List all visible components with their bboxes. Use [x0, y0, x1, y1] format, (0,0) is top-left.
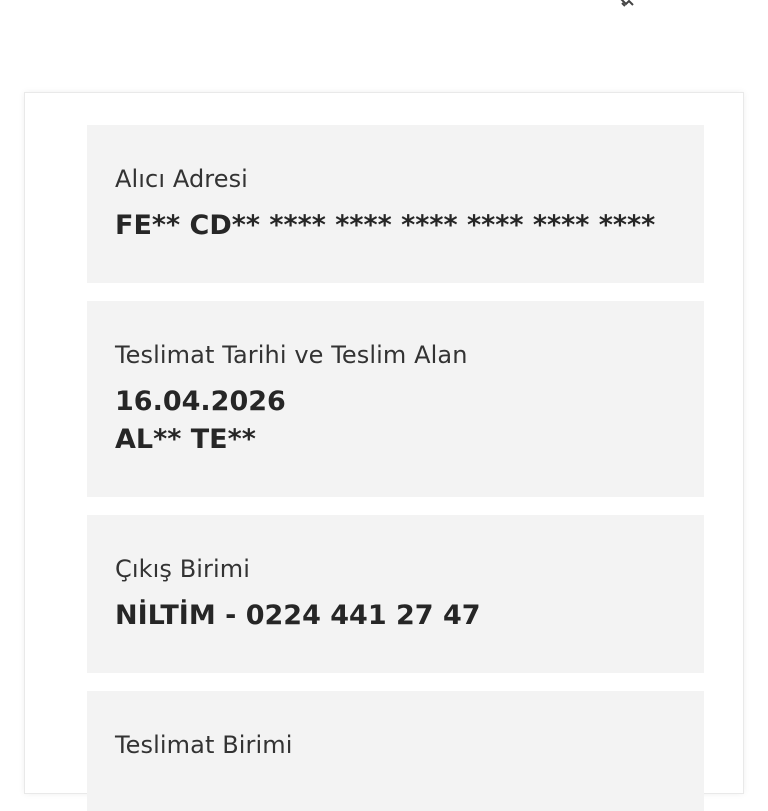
- recipient-address-label: Alıcı Adresi: [115, 165, 248, 193]
- origin-unit-value: NİLTİM - 0224 441 27 47: [115, 600, 481, 631]
- destination-unit-label: Teslimat Birimi: [115, 731, 293, 759]
- delivery-date: 16.04.2026: [115, 386, 286, 417]
- shipment-details-card: Alıcı Adresi FE** CD** **** **** **** **…: [24, 92, 744, 811]
- origin-unit-section: Çıkış Birimi NİLTİM - 0224 441 27 47: [87, 515, 704, 673]
- recipient-address-value: FE** CD** **** **** **** **** **** ****: [115, 210, 656, 241]
- recipient-address-section: Alıcı Adresi FE** CD** **** **** **** **…: [87, 125, 704, 283]
- origin-unit-label: Çıkış Birimi: [115, 555, 251, 583]
- delivery-info-section: Teslimat Tarihi ve Teslim Alan 16.04.202…: [87, 301, 704, 497]
- destination-unit-section: Teslimat Birimi: [87, 691, 704, 811]
- signal-icon: [618, 0, 638, 8]
- delivery-info-label: Teslimat Tarihi ve Teslim Alan: [115, 341, 468, 369]
- delivery-receiver: AL** TE**: [115, 424, 256, 455]
- delivery-values: 16.04.2026 AL** TE**: [115, 383, 286, 459]
